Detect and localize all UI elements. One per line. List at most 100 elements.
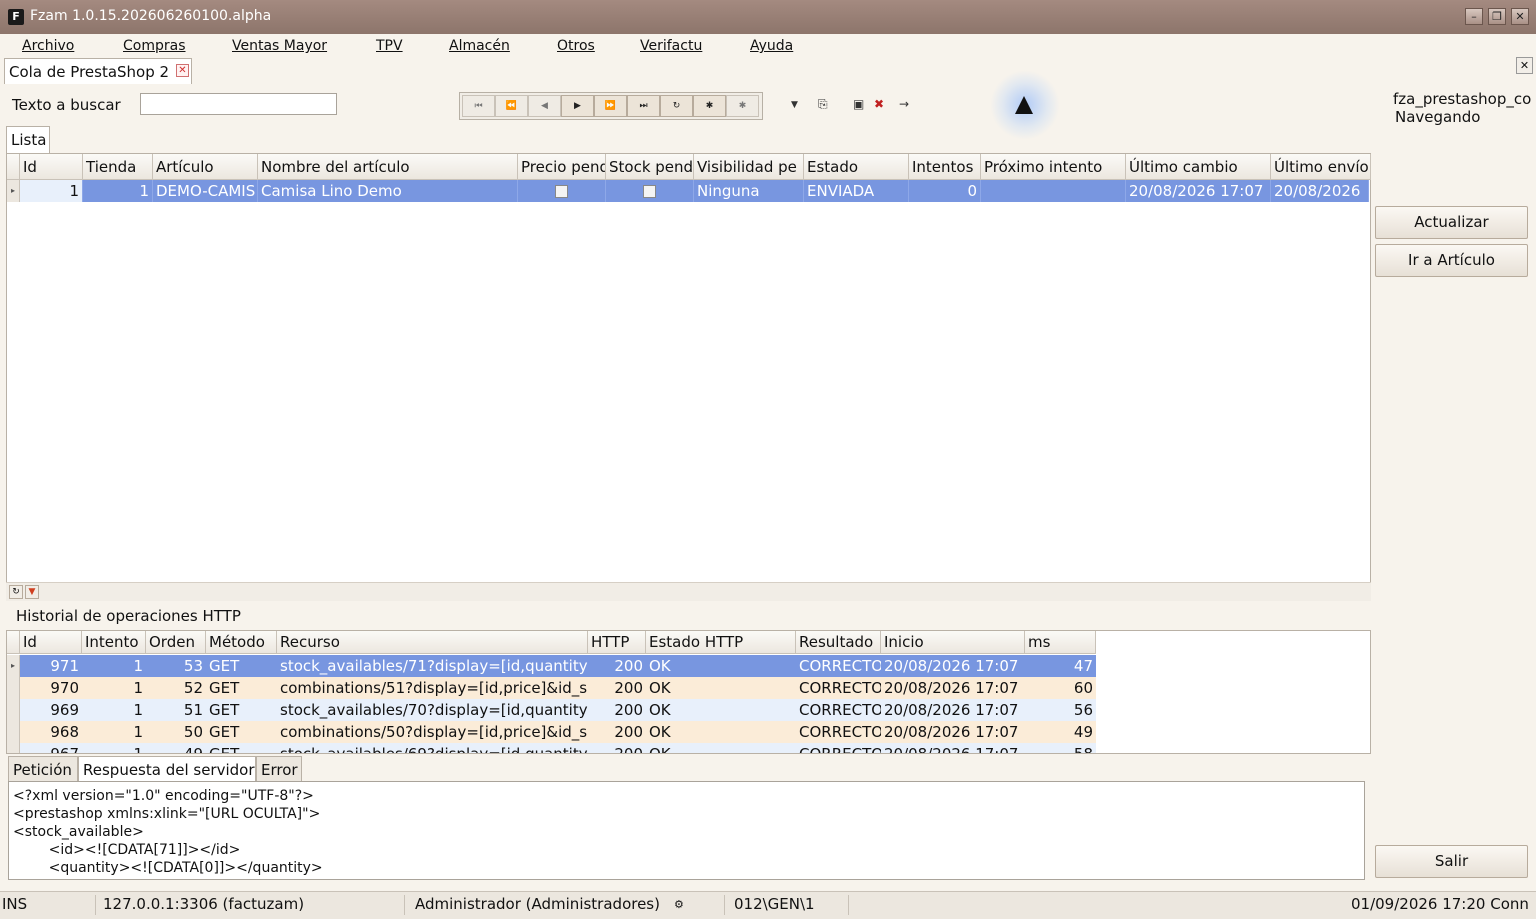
divider	[848, 895, 849, 915]
row-indicator-header	[7, 631, 20, 654]
cell-id: 970	[20, 677, 82, 699]
status-db: 127.0.0.1:3306 (factuzam)	[103, 895, 305, 913]
col-id[interactable]: Id	[20, 631, 82, 654]
window-title: Fzam 1.0.15.202606260100.alpha	[30, 8, 272, 24]
col-metodo[interactable]: Método	[206, 631, 277, 654]
restore-icon[interactable]: ❐	[1488, 8, 1506, 25]
cell-id: 967	[20, 743, 82, 753]
col-visibilidad[interactable]: Visibilidad pe	[694, 154, 804, 180]
col-http[interactable]: HTTP	[588, 631, 646, 654]
filter-icon[interactable]: ▼	[25, 585, 39, 599]
col-orden[interactable]: Orden	[146, 631, 206, 654]
tab-respuesta-servidor[interactable]: Respuesta del servidor	[78, 756, 256, 782]
first-icon[interactable]: ⏮	[462, 95, 495, 117]
cell-nombre: Camisa Lino Demo	[258, 180, 518, 202]
row-indicator	[7, 721, 20, 743]
menu-archivo[interactable]: Archivo	[22, 38, 74, 54]
menu-compras[interactable]: Compras	[123, 38, 186, 54]
col-inicio[interactable]: Inicio	[881, 631, 1025, 654]
tab-cola-prestashop[interactable]: Cola de PrestaShop 2 ✕	[4, 58, 192, 84]
cell-estado-http: OK	[646, 743, 796, 753]
refresh-icon[interactable]: ↻	[660, 95, 693, 117]
col-tienda[interactable]: Tienda	[83, 154, 153, 180]
mouse-cursor-icon	[1015, 96, 1033, 114]
cell-resultado: CORRECTO	[796, 721, 881, 743]
cell-resultado: CORRECTO	[796, 655, 881, 677]
col-ultimo-cambio[interactable]: Último cambio	[1126, 154, 1271, 180]
close-icon[interactable]: ✕	[1511, 8, 1529, 25]
menu-ventas-mayor[interactable]: Ventas Mayor	[232, 38, 327, 54]
arrow-icon[interactable]: →	[899, 97, 909, 111]
row-indicator-icon: ▸	[7, 655, 20, 677]
col-nombre[interactable]: Nombre del artículo	[258, 154, 518, 180]
next-page-icon[interactable]: ⏩	[594, 95, 627, 117]
cell-metodo: GET	[206, 699, 277, 721]
cell-intento: 1	[82, 699, 146, 721]
divider	[404, 895, 405, 915]
close-tab-icon[interactable]: ✕	[176, 64, 189, 77]
menu-tpv[interactable]: TPV	[376, 38, 403, 54]
salir-button[interactable]: Salir	[1375, 845, 1528, 878]
history-grid[interactable]: Id Intento Orden Método Recurso HTTP Est…	[6, 630, 1371, 754]
cell-id: 971	[20, 655, 82, 677]
col-id[interactable]: Id	[20, 154, 83, 180]
history-title: Historial de operaciones HTTP	[16, 607, 241, 625]
connection-name: fza_prestashop_co	[1393, 90, 1532, 108]
user-settings-icon[interactable]: ⚙	[674, 898, 684, 911]
menu-ayuda[interactable]: Ayuda	[750, 38, 793, 54]
stock-pend-checkbox[interactable]	[643, 185, 656, 198]
dropdown-icon[interactable]: ▼	[791, 100, 798, 110]
next-icon[interactable]: ▶	[561, 95, 594, 117]
col-intento[interactable]: Intento	[82, 631, 146, 654]
refresh-grid-icon[interactable]: ↻	[9, 585, 23, 599]
col-estado-http[interactable]: Estado HTTP	[646, 631, 796, 654]
status-path: 012\GEN\1	[734, 895, 815, 913]
col-proximo-intento[interactable]: Próximo intento	[981, 154, 1126, 180]
actualizar-button[interactable]: Actualizar	[1375, 206, 1528, 239]
tab-label: Cola de PrestaShop 2	[9, 63, 170, 81]
col-stock-pend[interactable]: Stock pend	[606, 154, 694, 180]
col-ultimo-envio[interactable]: Último envío	[1271, 154, 1371, 180]
status-mode: INS	[2, 895, 28, 913]
divider	[95, 895, 96, 915]
delete-icon[interactable]: ✱	[726, 95, 759, 117]
col-ms[interactable]: ms	[1025, 631, 1096, 654]
cell-intento: 1	[82, 655, 146, 677]
search-input[interactable]	[140, 93, 337, 115]
tab-peticion[interactable]: Petición	[8, 756, 78, 782]
col-intentos[interactable]: Intentos	[909, 154, 981, 180]
search-label: Texto a buscar	[12, 96, 121, 114]
menu-otros[interactable]: Otros	[557, 38, 595, 54]
menu-verifactu[interactable]: Verifactu	[640, 38, 702, 54]
cell-ms: 58	[1025, 743, 1096, 753]
tab-lista[interactable]: Lista	[6, 126, 50, 153]
prev-icon[interactable]: ◀	[528, 95, 561, 117]
cancel-icon[interactable]: ✖	[874, 97, 884, 111]
queue-grid[interactable]: Id Tienda Artículo Nombre del artículo P…	[6, 153, 1371, 601]
export-icon[interactable]: ⎘	[818, 97, 828, 112]
col-articulo[interactable]: Artículo	[153, 154, 258, 180]
minimize-icon[interactable]: –	[1465, 8, 1483, 25]
document-tabs: Cola de PrestaShop 2 ✕	[0, 58, 1536, 85]
cell-stock-pend[interactable]	[606, 180, 694, 202]
save-icon[interactable]: ▣	[853, 97, 864, 111]
prev-page-icon[interactable]: ⏪	[495, 95, 528, 117]
menu-almacen[interactable]: Almacén	[449, 38, 510, 54]
cell-metodo: GET	[206, 743, 277, 753]
col-precio-pend[interactable]: Precio pend	[518, 154, 606, 180]
cell-inicio: 20/08/2026 17:07	[881, 699, 1025, 721]
ir-articulo-button[interactable]: Ir a Artículo	[1375, 244, 1528, 277]
tab-error[interactable]: Error	[256, 756, 302, 782]
col-resultado[interactable]: Resultado	[796, 631, 881, 654]
cell-precio-pend[interactable]	[518, 180, 606, 202]
close-icon[interactable]: ✕	[1516, 57, 1533, 74]
insert-icon[interactable]: ✱	[693, 95, 726, 117]
col-estado[interactable]: Estado	[804, 154, 909, 180]
last-icon[interactable]: ⏭	[627, 95, 660, 117]
response-text[interactable]: <?xml version="1.0" encoding="UTF-8"?> <…	[8, 781, 1365, 880]
cell-intento: 1	[82, 677, 146, 699]
cell-estado-http: OK	[646, 721, 796, 743]
col-recurso[interactable]: Recurso	[277, 631, 588, 654]
precio-pend-checkbox[interactable]	[555, 185, 568, 198]
status-user: Administrador (Administradores)	[415, 895, 660, 913]
